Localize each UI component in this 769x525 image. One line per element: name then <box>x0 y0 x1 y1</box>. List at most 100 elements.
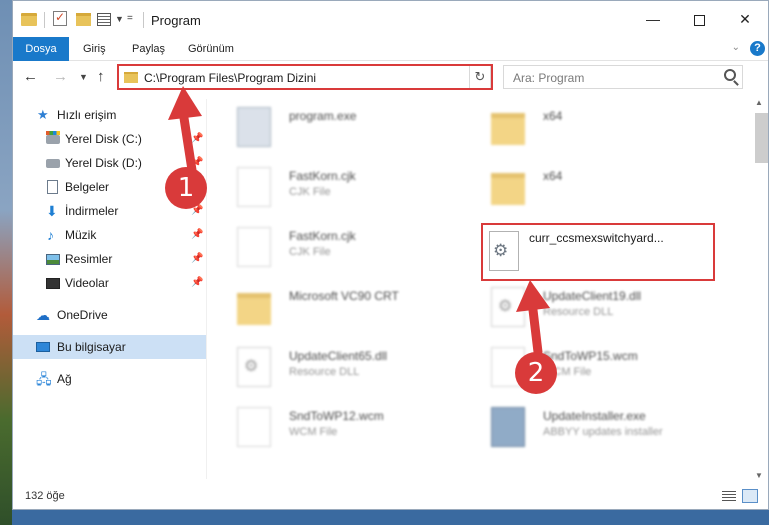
this-pc-icon <box>36 342 50 352</box>
file-type: Resource DLL <box>543 306 614 318</box>
file-name: program.exe <box>289 109 357 123</box>
file-icon <box>237 227 271 267</box>
file-icon <box>237 407 271 447</box>
sidebar-item-network[interactable]: 🖧 Ağ <box>13 367 206 391</box>
maximize-button[interactable] <box>676 1 722 37</box>
folder-icon <box>491 173 525 205</box>
chevron-down-icon[interactable]: ▼ <box>115 14 124 32</box>
scrollbar-thumb[interactable] <box>755 113 768 163</box>
sidebar-item-label: Yerel Disk (C:) <box>65 132 142 146</box>
scroll-down-arrow[interactable]: ▼ <box>755 471 763 480</box>
pane-divider[interactable] <box>206 99 207 479</box>
file-type: ABBYY updates installer <box>543 426 663 438</box>
tab-view[interactable]: Görünüm <box>176 37 246 61</box>
list-item[interactable]: UpdateClient19.dll Resource DLL <box>483 279 723 335</box>
file-name: UpdateInstaller.exe <box>543 409 646 423</box>
search-box[interactable]: Ara: Program <box>503 65 743 89</box>
file-name: Microsoft VC90 CRT <box>289 289 399 303</box>
dll-gear-icon <box>489 231 519 271</box>
navigation-pane: ★ Hızlı erişim Yerel Disk (C:) 📌 Yerel D… <box>13 99 206 479</box>
file-name: SndToWP15.wcm <box>543 349 638 363</box>
expand-ribbon-icon[interactable]: ⌄ <box>732 42 740 53</box>
scroll-up-arrow[interactable]: ▲ <box>755 98 763 107</box>
address-path[interactable]: C:\Program Files\Program Dizini <box>144 71 316 85</box>
onedrive-icon: ☁ <box>36 307 50 323</box>
sidebar-item-quick-access[interactable]: ★ Hızlı erişim <box>13 103 206 127</box>
forward-arrow-icon[interactable]: → <box>53 68 68 85</box>
address-bar[interactable]: C:\Program Files\Program Dizini ⌄ <box>117 65 483 89</box>
file-list: program.exe x64 FastKorn.cjk CJK File x6… <box>219 93 743 479</box>
ribbon: Dosya Giriş Paylaş Görünüm ⌄ ? <box>13 37 768 61</box>
highlighted-file-name: curr_ccsmexswitchyard... <box>529 231 664 245</box>
new-folder-icon[interactable] <box>76 13 91 26</box>
close-button[interactable]: ✕ <box>722 1 768 37</box>
file-icon <box>237 167 271 207</box>
file-name: UpdateClient65.dll <box>289 349 388 363</box>
pictures-icon <box>46 254 60 265</box>
file-name: x64 <box>543 169 563 183</box>
refresh-icon[interactable]: ↻ <box>469 65 491 89</box>
sidebar-item-videos[interactable]: Videolar 📌 <box>13 271 206 295</box>
dll-icon <box>491 287 525 327</box>
documents-icon <box>47 180 58 194</box>
properties-check-icon[interactable] <box>53 10 67 26</box>
divider <box>143 12 144 28</box>
list-item[interactable]: x64 <box>483 159 723 215</box>
tab-share[interactable]: Paylaş <box>120 37 177 61</box>
drive-d-icon <box>46 159 60 168</box>
list-item[interactable]: program.exe <box>229 99 469 155</box>
customize-toolbar-icon[interactable]: = <box>127 13 133 31</box>
back-arrow-icon[interactable]: ← <box>23 68 38 85</box>
sidebar-item-music[interactable]: ♪ Müzik 📌 <box>13 223 206 247</box>
file-type: CJK File <box>289 246 331 258</box>
sidebar-item-pictures[interactable]: Resimler 📌 <box>13 247 206 271</box>
recent-locations-chevron-icon[interactable]: ▼ <box>79 72 88 82</box>
up-arrow-icon[interactable]: ↑ <box>97 68 105 85</box>
folder-icon <box>124 72 138 83</box>
folder-icon <box>21 13 37 26</box>
file-type: Resource DLL <box>289 366 360 378</box>
pin-icon[interactable]: 📌 <box>191 271 203 295</box>
highlighted-file-tile[interactable]: curr_ccsmexswitchyard... <box>481 223 715 281</box>
file-name: SndToWP12.wcm <box>289 409 384 423</box>
file-type: CJK File <box>289 186 331 198</box>
maximize-icon <box>693 14 705 26</box>
file-explorer-window: ▼ = Program — ✕ Dosya Giriş Paylaş Görün… <box>12 0 769 510</box>
list-item[interactable]: UpdateInstaller.exe ABBYY updates instal… <box>483 399 723 455</box>
status-bar: 132 öğe <box>13 485 768 509</box>
sidebar-item-label: Resimler <box>65 252 113 266</box>
tiles-view-icon[interactable] <box>742 489 758 503</box>
sidebar-item-label: Yerel Disk (D:) <box>65 156 142 170</box>
pin-icon[interactable]: 📌 <box>191 247 203 271</box>
step-2-badge: 2 <box>515 352 557 394</box>
details-view-icon[interactable] <box>722 491 736 501</box>
folder-icon <box>237 293 271 325</box>
list-item[interactable]: FastKorn.cjk CJK File <box>229 159 469 215</box>
tab-file[interactable]: Dosya <box>13 37 69 61</box>
videos-icon <box>46 278 60 289</box>
sidebar-item-label: Videolar <box>65 276 109 290</box>
downloads-icon: ⬇ <box>46 203 58 219</box>
list-item[interactable]: x64 <box>483 99 723 155</box>
minimize-button[interactable]: — <box>630 1 676 37</box>
help-icon[interactable]: ? <box>750 41 765 56</box>
star-icon: ★ <box>37 107 49 122</box>
sidebar-item-local-disk-c[interactable]: Yerel Disk (C:) 📌 <box>13 127 206 151</box>
step-1-badge: 1 <box>165 167 207 209</box>
sidebar-item-onedrive[interactable]: ☁ OneDrive <box>13 303 206 327</box>
tab-home[interactable]: Giriş <box>71 37 118 61</box>
sidebar-item-label: OneDrive <box>57 308 108 322</box>
dll-icon <box>237 347 271 387</box>
list-item[interactable]: Microsoft VC90 CRT <box>229 279 469 335</box>
list-item[interactable]: SndToWP12.wcm WCM File <box>229 399 469 455</box>
pin-icon[interactable]: 📌 <box>191 223 203 247</box>
sidebar-item-this-pc[interactable]: Bu bilgisayar <box>13 335 206 359</box>
search-icon <box>724 69 736 81</box>
file-name: UpdateClient19.dll <box>543 289 642 303</box>
pin-icon[interactable]: 📌 <box>191 127 203 151</box>
list-item[interactable]: UpdateClient65.dll Resource DLL <box>229 339 469 395</box>
properties-list-icon[interactable] <box>97 13 111 26</box>
sidebar-item-label: İndirmeler <box>65 204 119 218</box>
exe-icon <box>237 107 271 147</box>
list-item[interactable]: FastKorn.cjk CJK File <box>229 219 469 275</box>
